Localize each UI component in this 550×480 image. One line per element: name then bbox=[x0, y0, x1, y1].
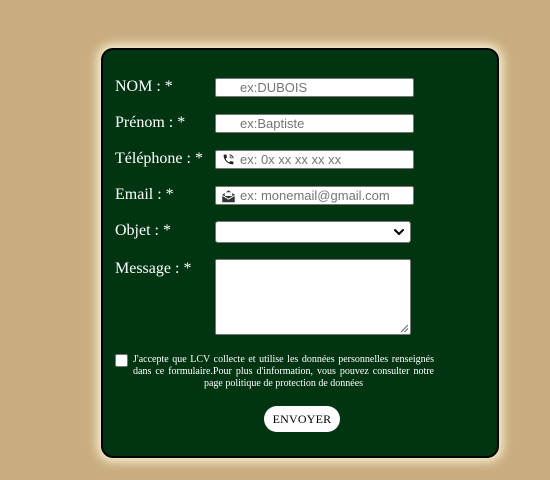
objet-select[interactable] bbox=[215, 221, 411, 243]
telephone-label-text: Téléphone : bbox=[115, 150, 191, 167]
email-field[interactable] bbox=[215, 186, 414, 205]
prenom-label-text: Prénom : bbox=[115, 114, 174, 131]
message-label: Message : * bbox=[115, 260, 191, 278]
telephone-required-mark: * bbox=[194, 150, 203, 167]
consent-checkbox[interactable] bbox=[115, 354, 128, 367]
submit-button[interactable]: ENVOYER bbox=[264, 406, 340, 432]
nom-label: NOM : * bbox=[115, 78, 173, 96]
prenom-input[interactable] bbox=[238, 115, 413, 132]
phone-icon bbox=[218, 151, 238, 168]
contact-form: NOM :* Prénom :* Téléphone :* Email :* bbox=[101, 48, 499, 458]
chevron-down-icon bbox=[394, 229, 404, 235]
objet-label-text: Objet : bbox=[115, 222, 159, 239]
prenom-field[interactable] bbox=[215, 114, 414, 133]
envelope-icon bbox=[218, 187, 238, 204]
telephone-field[interactable] bbox=[215, 150, 414, 169]
objet-required-mark: * bbox=[163, 222, 171, 239]
email-label: Email : * bbox=[115, 186, 174, 204]
prenom-required-mark: * bbox=[177, 114, 186, 131]
nom-required-mark: * bbox=[164, 78, 173, 95]
message-label-text: Message : bbox=[115, 260, 180, 277]
nom-input[interactable] bbox=[238, 79, 413, 96]
prenom-label: Prénom : * bbox=[115, 114, 185, 132]
nom-field[interactable] bbox=[215, 78, 414, 97]
objet-label: Objet : * bbox=[115, 222, 171, 240]
email-input[interactable] bbox=[238, 187, 413, 204]
message-textarea[interactable] bbox=[215, 259, 411, 335]
consent-text: J'accepte que LCV collecte et utilise le… bbox=[133, 354, 434, 389]
resize-grip-icon[interactable] bbox=[400, 324, 409, 333]
telephone-label: Téléphone : * bbox=[115, 150, 203, 168]
telephone-input[interactable] bbox=[238, 151, 413, 168]
nom-label-text: NOM : bbox=[115, 78, 161, 95]
email-label-text: Email : bbox=[115, 186, 162, 203]
message-required-mark: * bbox=[183, 260, 192, 277]
email-required-mark: * bbox=[165, 186, 174, 203]
